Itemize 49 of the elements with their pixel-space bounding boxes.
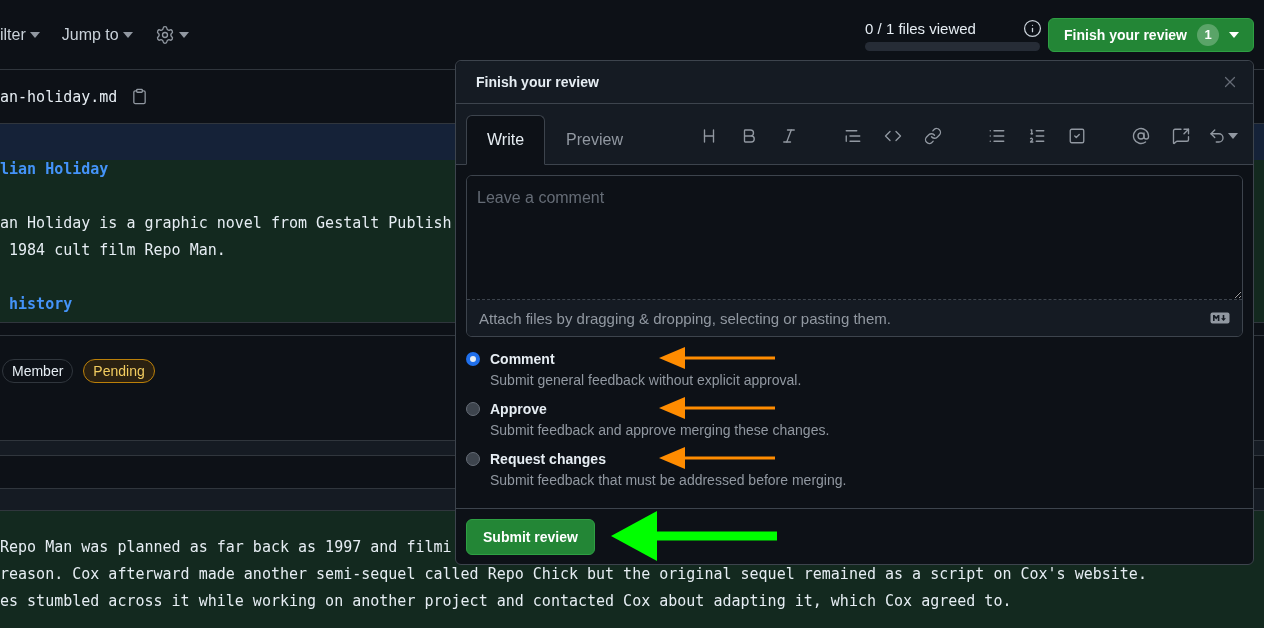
markdown-icon (1210, 312, 1230, 324)
finish-review-button[interactable]: Finish your review 1 (1048, 17, 1254, 52)
option-label: Approve (490, 401, 547, 417)
caret-icon (178, 31, 189, 38)
comment-field[interactable]: Leave a comment (467, 176, 1242, 300)
dialog-title: Finish your review (476, 74, 599, 90)
pending-label: Pending (83, 358, 155, 383)
diff-line: reason. Cox afterward made another semi-sequel called Repo Chick but the original sequel remained as a script on Cox's website. (0, 565, 1147, 585)
review-type-radio[interactable] (466, 402, 480, 416)
attach-hint: Attach files by dragging & dropping, selecting or pasting them. (479, 309, 891, 327)
diff-heading-line: lian Holiday (0, 160, 109, 180)
diff-heading-line: history (8, 295, 73, 315)
option-description: Submit feedback and approve merging these changes. (490, 422, 830, 438)
review-type-radio[interactable] (466, 452, 480, 466)
undo-icon (1208, 127, 1226, 145)
mention-icon (1132, 127, 1150, 145)
jump-to-menu[interactable]: Jump to (61, 25, 133, 44)
quote-icon (844, 127, 862, 145)
filter-menu[interactable]: ilter (0, 25, 40, 44)
reference-icon (1172, 127, 1190, 145)
caret-icon (1228, 133, 1238, 139)
link-icon (924, 127, 942, 145)
diff-line: es stumbled across it while working on another project and contacted Cox about adapting it, which Cox agreed to. (0, 592, 1012, 612)
settings-menu[interactable] (154, 24, 189, 45)
settings-icon (154, 24, 175, 45)
diff-line: an Holiday is a graphic novel from Gestalt Publish (0, 214, 452, 234)
review-type-radio[interactable] (466, 352, 480, 366)
caret-icon (1229, 31, 1239, 38)
files-viewed-label: 0 / 1 files viewed (865, 19, 976, 37)
copy-icon[interactable] (131, 88, 149, 105)
bulleted-list-icon (988, 127, 1006, 145)
option-label: Comment (490, 351, 555, 367)
file-name: an-holiday.md (0, 87, 118, 106)
caret-icon (29, 31, 40, 38)
comment-editor[interactable]: Leave a comment Attach files by dragging & dropping, selecting or pasting them. (466, 175, 1243, 337)
info-icon[interactable] (1023, 18, 1043, 38)
editor-tab[interactable]: Preview (545, 115, 644, 165)
caret-icon (122, 31, 133, 38)
option-description: Submit general feedback without explicit approval. (490, 372, 802, 388)
numbered-list-icon (1028, 127, 1046, 145)
submit-review-button[interactable]: Submit review (466, 518, 595, 555)
task-list-icon (1068, 127, 1086, 145)
editor-tab[interactable]: Write (466, 115, 546, 165)
review-count: 1 (1197, 23, 1219, 46)
diff-line: 1984 cult film Repo Man. (8, 241, 226, 261)
option-label: Request changes (490, 451, 606, 467)
option-description: Submit feedback that must be addressed before merging. (490, 472, 847, 488)
diff-line: Repo Man was planned as far back as 1997 and filmi (0, 538, 452, 558)
italic-icon (780, 127, 798, 145)
